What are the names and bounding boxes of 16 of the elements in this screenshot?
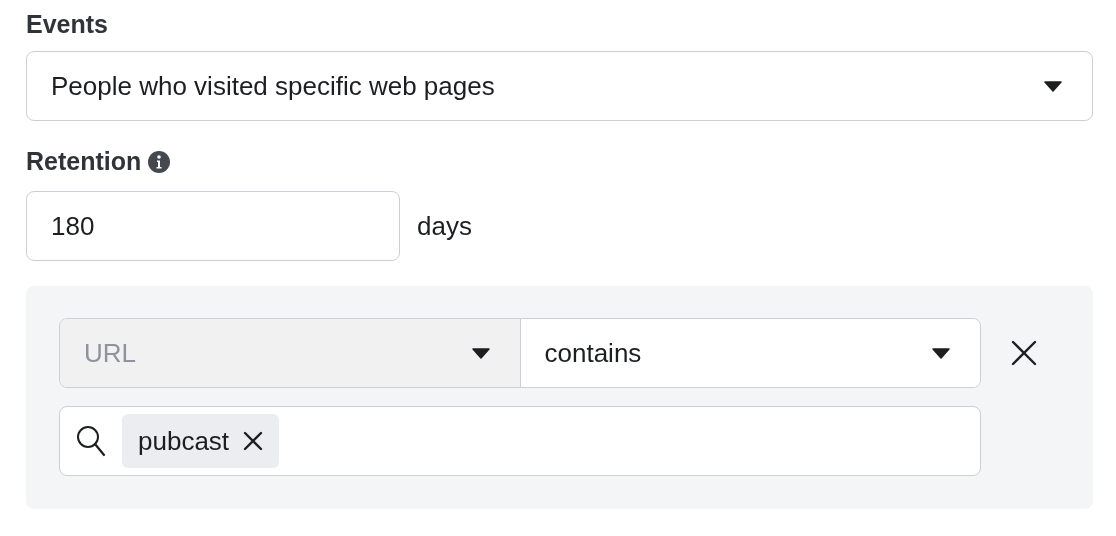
section-label: Retention	[26, 147, 142, 176]
events-dropdown[interactable]: People who visited specific web pages	[26, 51, 1093, 121]
retention-field[interactable]: 180	[26, 191, 400, 261]
tag-input-field[interactable]: pubcast	[59, 406, 981, 476]
caret-icon	[932, 347, 950, 359]
caret-icon	[471, 347, 490, 359]
remove-tag-button[interactable]	[243, 431, 264, 451]
caret-icon	[1044, 80, 1062, 92]
section-label: Events	[26, 10, 109, 39]
info-icon	[147, 149, 172, 174]
search-icon	[76, 425, 106, 457]
unit-label: days	[417, 210, 472, 242]
tag-label: pubcast	[138, 425, 230, 457]
operator-dropdown[interactable]: contains	[520, 319, 980, 387]
close-icon	[1011, 340, 1037, 366]
close-icon	[243, 431, 264, 451]
